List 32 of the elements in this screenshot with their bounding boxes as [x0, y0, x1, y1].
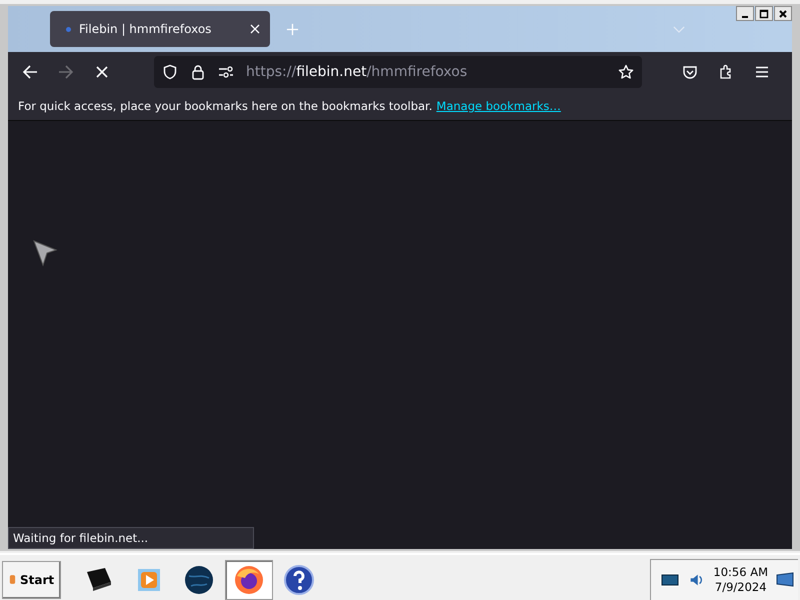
back-arrow-icon[interactable]: [22, 64, 38, 80]
favicon-icon: [66, 26, 71, 32]
forward-arrow-icon[interactable]: [58, 64, 74, 80]
maximize-icon: [759, 8, 769, 18]
maximize-button[interactable]: [755, 6, 773, 21]
url-text[interactable]: https://filebin.net/hmmfirefoxos: [246, 64, 618, 80]
monitor-icon[interactable]: [661, 572, 680, 588]
start-icon: [9, 574, 16, 585]
browser-tab[interactable]: Filebin | hmmfirefoxos: [50, 11, 270, 47]
bookmarks-message: For quick access, place your bookmarks here on the bookmarks toolbar.: [18, 99, 432, 113]
manage-bookmarks-link[interactable]: Manage bookmarks…: [436, 99, 561, 113]
close-icon[interactable]: [250, 24, 260, 34]
address-bar[interactable]: https://filebin.net/hmmfirefoxos: [154, 56, 642, 88]
close-icon: [778, 8, 788, 18]
lock-icon[interactable]: [190, 64, 206, 80]
sliders-icon[interactable]: [218, 64, 234, 80]
pointer-icon: [32, 239, 58, 267]
minimize-button[interactable]: [736, 6, 754, 21]
taskbar-button[interactable]: [225, 560, 274, 600]
start-button[interactable]: Start: [2, 560, 62, 598]
globe-icon: [183, 564, 216, 596]
shield-icon[interactable]: [162, 64, 178, 80]
menu-icon[interactable]: [754, 64, 770, 80]
star-icon[interactable]: [618, 64, 634, 80]
pocket-icon[interactable]: [682, 64, 698, 80]
stop-icon[interactable]: [94, 64, 110, 80]
clock-time: 10:56 AM: [713, 564, 768, 580]
minimize-icon: [741, 16, 749, 18]
help-icon: [283, 564, 316, 596]
close-button[interactable]: [774, 6, 792, 21]
status-text: Waiting for filebin.net...: [8, 527, 254, 549]
clock-date: 7/9/2024: [714, 580, 767, 594]
